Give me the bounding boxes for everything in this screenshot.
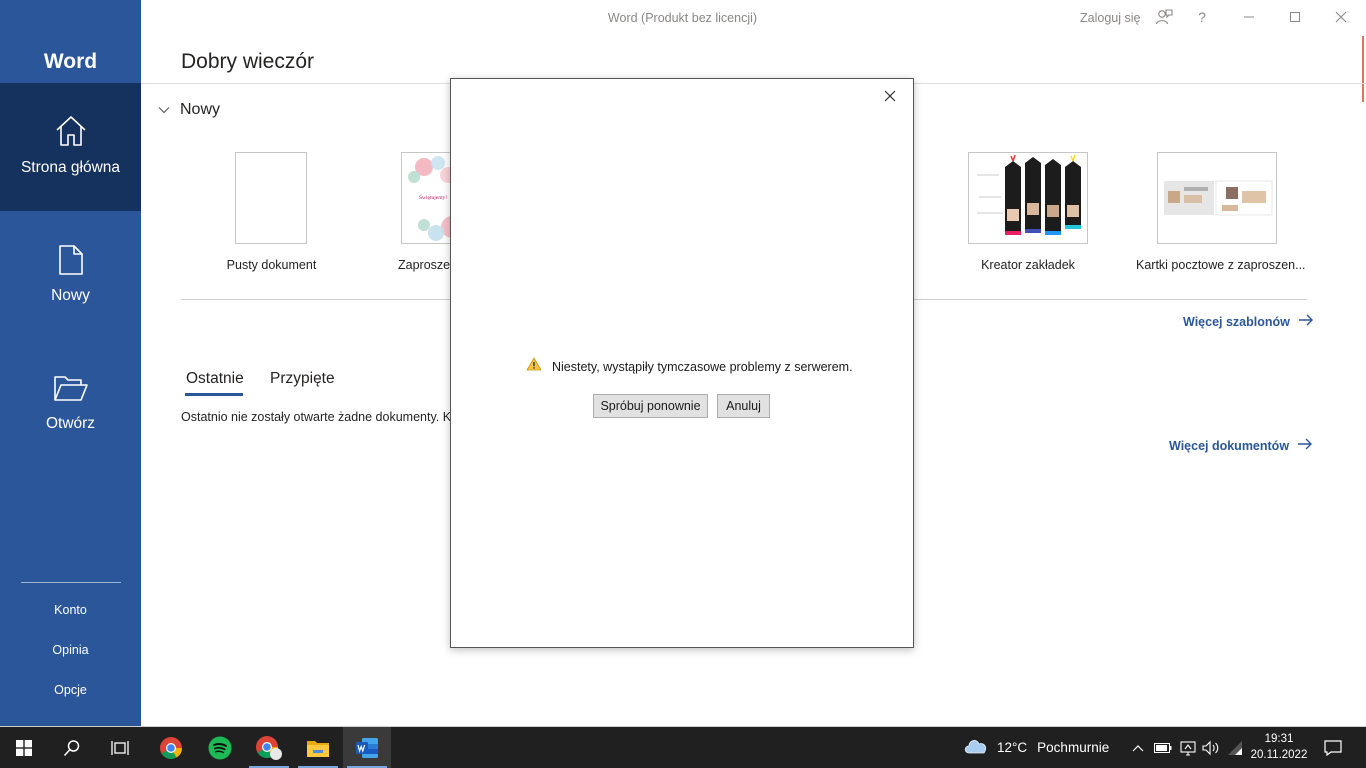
nav-home-label: Strona główna [20, 159, 121, 176]
more-templates-label: Więcej szablonów [1183, 314, 1290, 329]
title-bar: Word (Produkt bez licencji) Zaloguj się … [141, 0, 1366, 36]
sign-in-link[interactable]: Zaloguj się [1080, 11, 1140, 25]
word-taskbar-icon[interactable] [343, 727, 391, 768]
retry-button[interactable]: Spróbuj ponownie [593, 394, 708, 418]
tab-pinned[interactable]: Przypięte [270, 370, 335, 388]
tab-recent[interactable]: Ostatnie [186, 370, 244, 388]
nav-new[interactable]: Nowy [0, 211, 141, 339]
weather-widget[interactable]: 12°C Pochmurnie [963, 727, 1109, 768]
open-folder-icon [53, 374, 89, 407]
recent-empty-message: Ostatnio nie zostały otwarte żadne dokum… [181, 410, 451, 424]
active-tab-indicator [185, 393, 243, 396]
nav-open[interactable]: Otwórz [0, 339, 141, 467]
new-section-toggle[interactable]: Nowy [158, 101, 220, 119]
template-label: Zaproszen [398, 258, 458, 272]
close-window-button[interactable] [1327, 6, 1355, 28]
notification-icon[interactable] [1321, 727, 1345, 768]
search-icon[interactable] [48, 727, 96, 768]
network-status-icon[interactable] [1179, 727, 1197, 768]
template-label: Kreator zakładek [981, 258, 1075, 272]
new-document-icon [58, 244, 84, 281]
greeting-heading: Dobry wieczór [181, 50, 315, 73]
template-thumbnail [1157, 152, 1277, 244]
options-link[interactable]: Opcje [0, 683, 141, 697]
more-documents-label: Więcej dokumentów [1169, 438, 1290, 453]
window-edge-accent [1362, 36, 1364, 102]
clock-time: 19:31 [1264, 733, 1294, 745]
chevron-down-icon [158, 101, 170, 119]
feedback-link[interactable]: Opinia [0, 643, 141, 657]
battery-icon[interactable] [1153, 727, 1173, 768]
dialog-message-row: Niestety, wystąpiły tymczasowe problemy … [526, 357, 853, 376]
sidebar: Word Strona główna Nowy Otwórz Konto Opi… [0, 0, 141, 727]
clock-date: 20.11.2022 [1250, 749, 1308, 761]
template-thumbnail [235, 152, 307, 244]
file-explorer-icon[interactable] [294, 727, 342, 768]
minimize-button[interactable] [1235, 6, 1263, 28]
cloudy-weather-icon [963, 736, 989, 759]
dialog-message: Niestety, wystąpiły tymczasowe problemy … [552, 359, 853, 374]
windows-start-icon[interactable] [0, 727, 48, 768]
app-name: Word [43, 50, 98, 73]
more-documents-link[interactable]: Więcej dokumentów [1169, 438, 1313, 453]
template-label: Kartki pocztowe z zaproszen... [1136, 258, 1306, 272]
dialog-close-button[interactable] [881, 87, 899, 105]
arrow-right-icon [1289, 438, 1313, 453]
invitation-thumb-text: Świętujemy! [419, 193, 447, 201]
server-error-dialog: Niestety, wystąpiły tymczasowe problemy … [450, 78, 914, 648]
chrome-icon[interactable] [147, 727, 195, 768]
maximize-button[interactable] [1281, 6, 1309, 28]
task-view-icon[interactable] [96, 727, 144, 768]
nav-open-label: Otwórz [45, 415, 96, 432]
new-section-title: Nowy [180, 101, 221, 118]
spotify-icon[interactable] [196, 727, 244, 768]
volume-icon[interactable] [1201, 727, 1221, 768]
template-thumbnail [968, 152, 1088, 244]
chrome-profile-icon[interactable] [245, 727, 293, 768]
chevron-up-icon[interactable] [1130, 727, 1146, 768]
wifi-icon[interactable] [1226, 727, 1246, 768]
taskbar: 12°C Pochmurnie 19:31 20.11.2022 [0, 727, 1366, 768]
home-icon [54, 115, 88, 152]
window-title: Word (Produkt bez licencji) [607, 11, 758, 25]
sidebar-divider [21, 582, 121, 583]
arrow-right-icon [1290, 314, 1314, 329]
weather-condition: Pochmurnie [1037, 740, 1110, 755]
cancel-button[interactable]: Anuluj [717, 394, 770, 418]
warning-icon [526, 357, 542, 376]
clock[interactable]: 19:31 20.11.2022 [1250, 731, 1308, 763]
account-link[interactable]: Konto [0, 603, 141, 617]
people-icon[interactable] [1150, 6, 1178, 28]
nav-home[interactable]: Strona główna [0, 83, 141, 211]
weather-temperature: 12°C [997, 740, 1028, 755]
help-button[interactable]: ? [1188, 6, 1216, 28]
nav-new-label: Nowy [51, 287, 90, 304]
more-templates-link[interactable]: Więcej szablonów [1183, 314, 1314, 329]
template-label: Pusty dokument [226, 258, 317, 272]
